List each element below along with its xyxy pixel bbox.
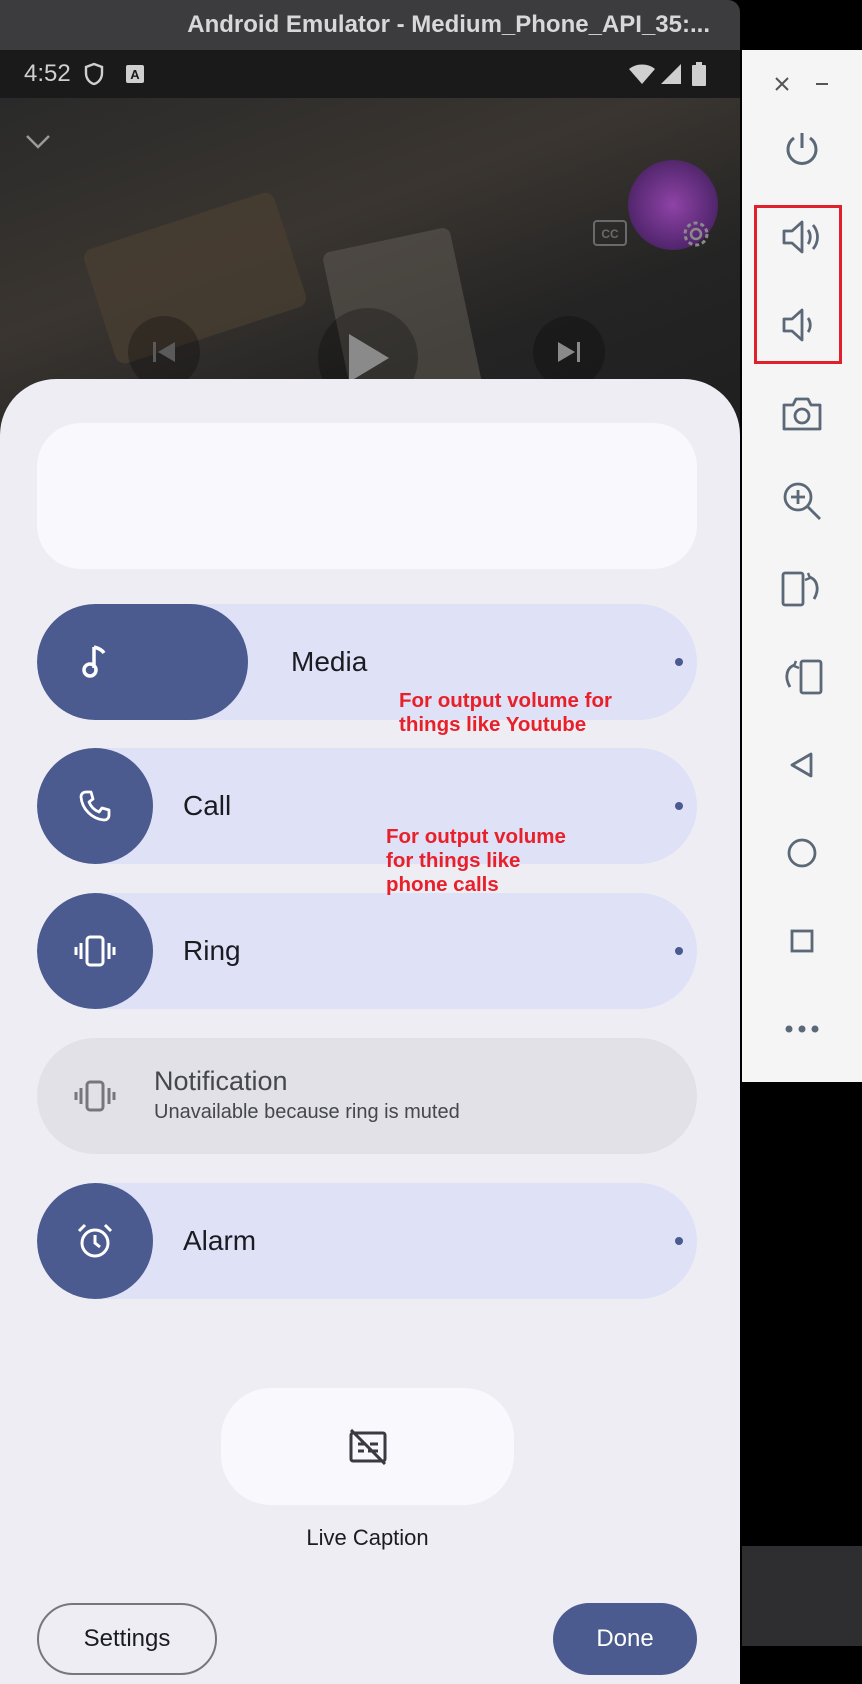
- video-settings-button[interactable]: [678, 216, 714, 252]
- call-volume-slider[interactable]: Call: [37, 748, 697, 864]
- back-button[interactable]: [742, 730, 862, 800]
- status-bar: 4:52 A: [0, 50, 740, 98]
- rotate-right-button[interactable]: [742, 642, 862, 712]
- live-caption-off-icon: [349, 1428, 386, 1465]
- overview-icon: [790, 929, 814, 953]
- minimize-icon: [816, 83, 828, 85]
- wifi-icon: [629, 64, 655, 84]
- collapse-button[interactable]: [18, 122, 58, 162]
- cellular-signal-icon: [661, 64, 681, 84]
- rotate-left-icon: [781, 571, 819, 607]
- close-icon: [775, 77, 789, 91]
- volume-down-icon: [782, 308, 812, 342]
- window-titlebar: Android Emulator - Medium_Phone_API_35:.…: [0, 0, 740, 50]
- svg-text:CC: CC: [601, 227, 619, 241]
- media-annotation: For output volume for things like Youtub…: [399, 689, 612, 736]
- slider-end-dot: [675, 1237, 683, 1245]
- alarm-volume-slider[interactable]: Alarm: [37, 1183, 697, 1299]
- call-annotation: For output volume for things like phone …: [386, 825, 566, 896]
- power-icon: [786, 133, 818, 165]
- skip-next-icon: [558, 342, 580, 362]
- live-caption-label: Live Caption: [306, 1525, 429, 1550]
- notification-label: Notification: [154, 1066, 288, 1096]
- overview-button[interactable]: [742, 906, 862, 976]
- done-button[interactable]: Done: [553, 1603, 697, 1675]
- alarm-label: Alarm: [183, 1225, 257, 1256]
- more-icon: [785, 1025, 819, 1033]
- rotate-right-icon: [785, 659, 823, 695]
- captions-button[interactable]: CC: [592, 218, 628, 248]
- home-button[interactable]: [742, 818, 862, 888]
- call-label: Call: [183, 790, 232, 821]
- slider-end-dot: [675, 802, 683, 810]
- ring-volume-slider[interactable]: Ring: [37, 893, 697, 1009]
- screenshot-button[interactable]: [742, 379, 862, 449]
- notification-volume-slider: Notification Unavailable because ring is…: [37, 1038, 697, 1154]
- media-output-card[interactable]: [37, 423, 697, 569]
- back-icon: [790, 752, 813, 778]
- more-button[interactable]: [742, 994, 862, 1064]
- slider-end-dot: [675, 658, 683, 666]
- rotate-left-button[interactable]: [742, 554, 862, 624]
- window-title: Android Emulator - Medium_Phone_API_35:.…: [187, 11, 710, 38]
- close-button[interactable]: [762, 64, 802, 104]
- camera-icon: [782, 397, 822, 431]
- minimize-button[interactable]: [802, 64, 842, 104]
- notification-sublabel: Unavailable because ring is muted: [154, 1101, 460, 1123]
- shield-icon: [84, 62, 103, 86]
- next-button[interactable]: [533, 316, 605, 388]
- zoom-button[interactable]: [742, 466, 862, 536]
- home-icon: [787, 838, 817, 868]
- ring-label: Ring: [183, 935, 241, 966]
- status-time: 4:52: [24, 60, 71, 87]
- svg-text:A: A: [130, 67, 140, 82]
- power-button[interactable]: [742, 115, 862, 185]
- phone-icon: [79, 790, 111, 822]
- slider-end-dot: [675, 947, 683, 955]
- media-label: Media: [291, 646, 368, 677]
- music-note-icon: [82, 645, 106, 678]
- chevron-down-icon: [26, 135, 50, 149]
- vibrate-icon: [74, 1080, 116, 1112]
- phone-screen: 4:52 A CC Media Call Ring Notification U…: [0, 50, 740, 1684]
- battery-icon: [692, 62, 706, 86]
- live-caption-button[interactable]: [221, 1388, 514, 1505]
- vibrate-icon: [74, 935, 116, 967]
- previous-button[interactable]: [128, 316, 200, 388]
- volume-down-button[interactable]: [742, 290, 862, 360]
- settings-button[interactable]: Settings: [37, 1603, 217, 1675]
- gear-icon: [683, 221, 709, 247]
- zoom-in-icon: [783, 482, 821, 520]
- alarm-clock-icon: [77, 1223, 113, 1258]
- closed-captions-icon: CC: [593, 220, 627, 246]
- emulator-toolbar: [742, 50, 862, 1082]
- skip-previous-icon: [153, 342, 175, 362]
- volume-up-icon: [782, 220, 819, 254]
- play-icon: [349, 334, 389, 382]
- volume-up-button[interactable]: [742, 202, 862, 272]
- keyboard-a-icon: A: [125, 65, 144, 83]
- volume-panel: Media Call Ring Notification Unavailable…: [0, 379, 740, 1684]
